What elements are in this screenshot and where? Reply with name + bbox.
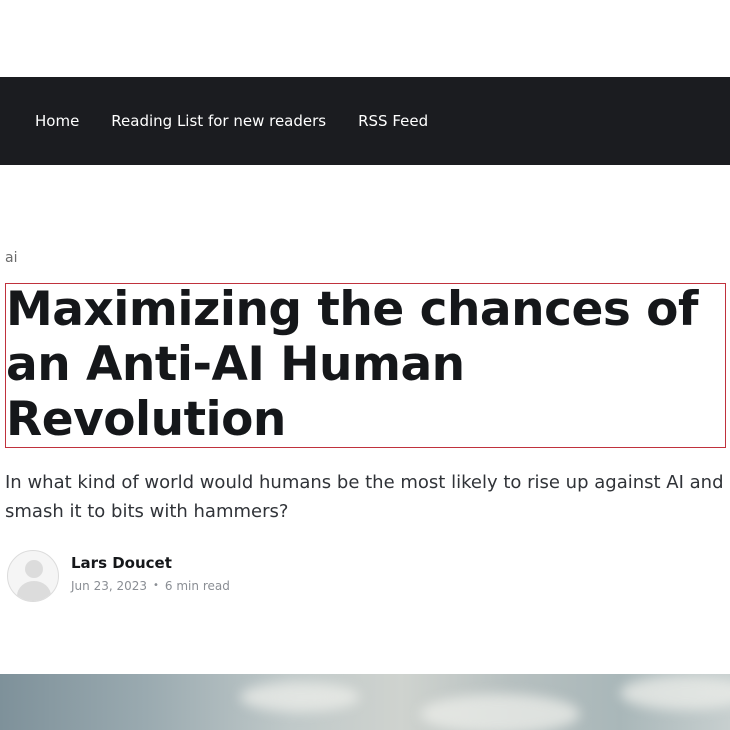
publish-date: Jun 23, 2023 <box>71 578 148 593</box>
byline-text: Lars Doucet Jun 23, 2023 • 6 min read <box>71 554 230 593</box>
cloud-shape <box>420 694 580 730</box>
cloud-shape <box>620 676 730 710</box>
article-meta: Jun 23, 2023 • 6 min read <box>71 579 230 593</box>
meta-separator: • <box>153 580 159 591</box>
article-excerpt: In what kind of world would humans be th… <box>5 472 724 522</box>
cloud-shape <box>240 682 360 712</box>
read-time: 6 min read <box>164 578 230 593</box>
article-title: Maximizing the chances of an Anti-AI Hum… <box>6 282 698 447</box>
page: Home Reading List for new readers RSS Fe… <box>0 0 730 730</box>
avatar-body-shape <box>17 581 51 601</box>
feature-image <box>0 674 730 730</box>
top-nav: Home Reading List for new readers RSS Fe… <box>0 77 730 165</box>
article-byline: Lars Doucet Jun 23, 2023 • 6 min read <box>7 550 230 602</box>
avatar-head-shape <box>25 560 43 578</box>
author-name-link[interactable]: Lars Doucet <box>71 554 230 572</box>
article-tag-link[interactable]: ai <box>5 250 17 266</box>
nav-reading-list-link[interactable]: Reading List for new readers <box>111 112 326 130</box>
user-avatar-placeholder-icon[interactable] <box>7 550 59 602</box>
nav-rss-feed-link[interactable]: RSS Feed <box>358 112 428 130</box>
nav-home-link[interactable]: Home <box>35 112 79 130</box>
